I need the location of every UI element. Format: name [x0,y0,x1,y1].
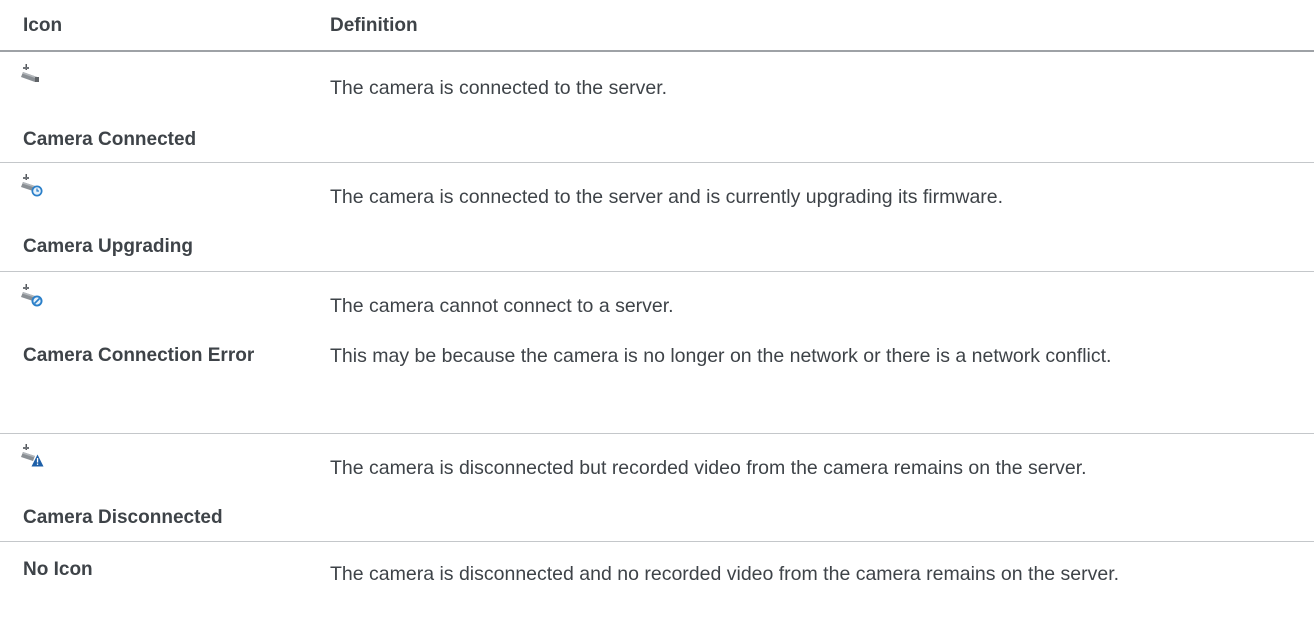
icon-name: Camera Upgrading [23,236,193,257]
definition-text: The camera is connected to the server an… [330,186,1004,208]
camera-connected-icon [20,64,42,86]
table-row: The camera is disconnected but recorded … [0,434,1314,542]
definition-extra-text: This may be because the camera is no lon… [330,345,1112,367]
icon-name: Camera Connected [23,129,197,150]
table-row: The camera is connected to the server an… [0,163,1314,272]
table-row: The camera is connected to the server. C… [0,52,1314,163]
table-body: The camera is connected to the server. C… [0,52,1314,630]
icon-name: Camera Disconnected [23,507,223,528]
icon-name: Camera Connection Error [23,345,255,366]
icon-definition-table: Icon Definition [0,0,1314,52]
header-definition: Definition [330,15,418,36]
table-header: Icon Definition [0,0,1314,52]
definition-text: The camera is connected to the server. [330,77,668,99]
definition-text: The camera cannot connect to a server. [330,295,674,317]
header-icon: Icon [23,15,63,36]
definition-text: The camera is disconnected but recorded … [330,457,1087,479]
camera-connection-error-icon [20,284,44,308]
camera-disconnected-icon [20,444,44,468]
definition-text: The camera is disconnected and no record… [330,563,1120,585]
table-row: The camera cannot connect to a server. C… [0,272,1314,434]
table-row: No Icon The camera is disconnected and n… [0,542,1314,630]
icon-name: No Icon [23,559,93,580]
camera-upgrading-icon [20,174,44,198]
